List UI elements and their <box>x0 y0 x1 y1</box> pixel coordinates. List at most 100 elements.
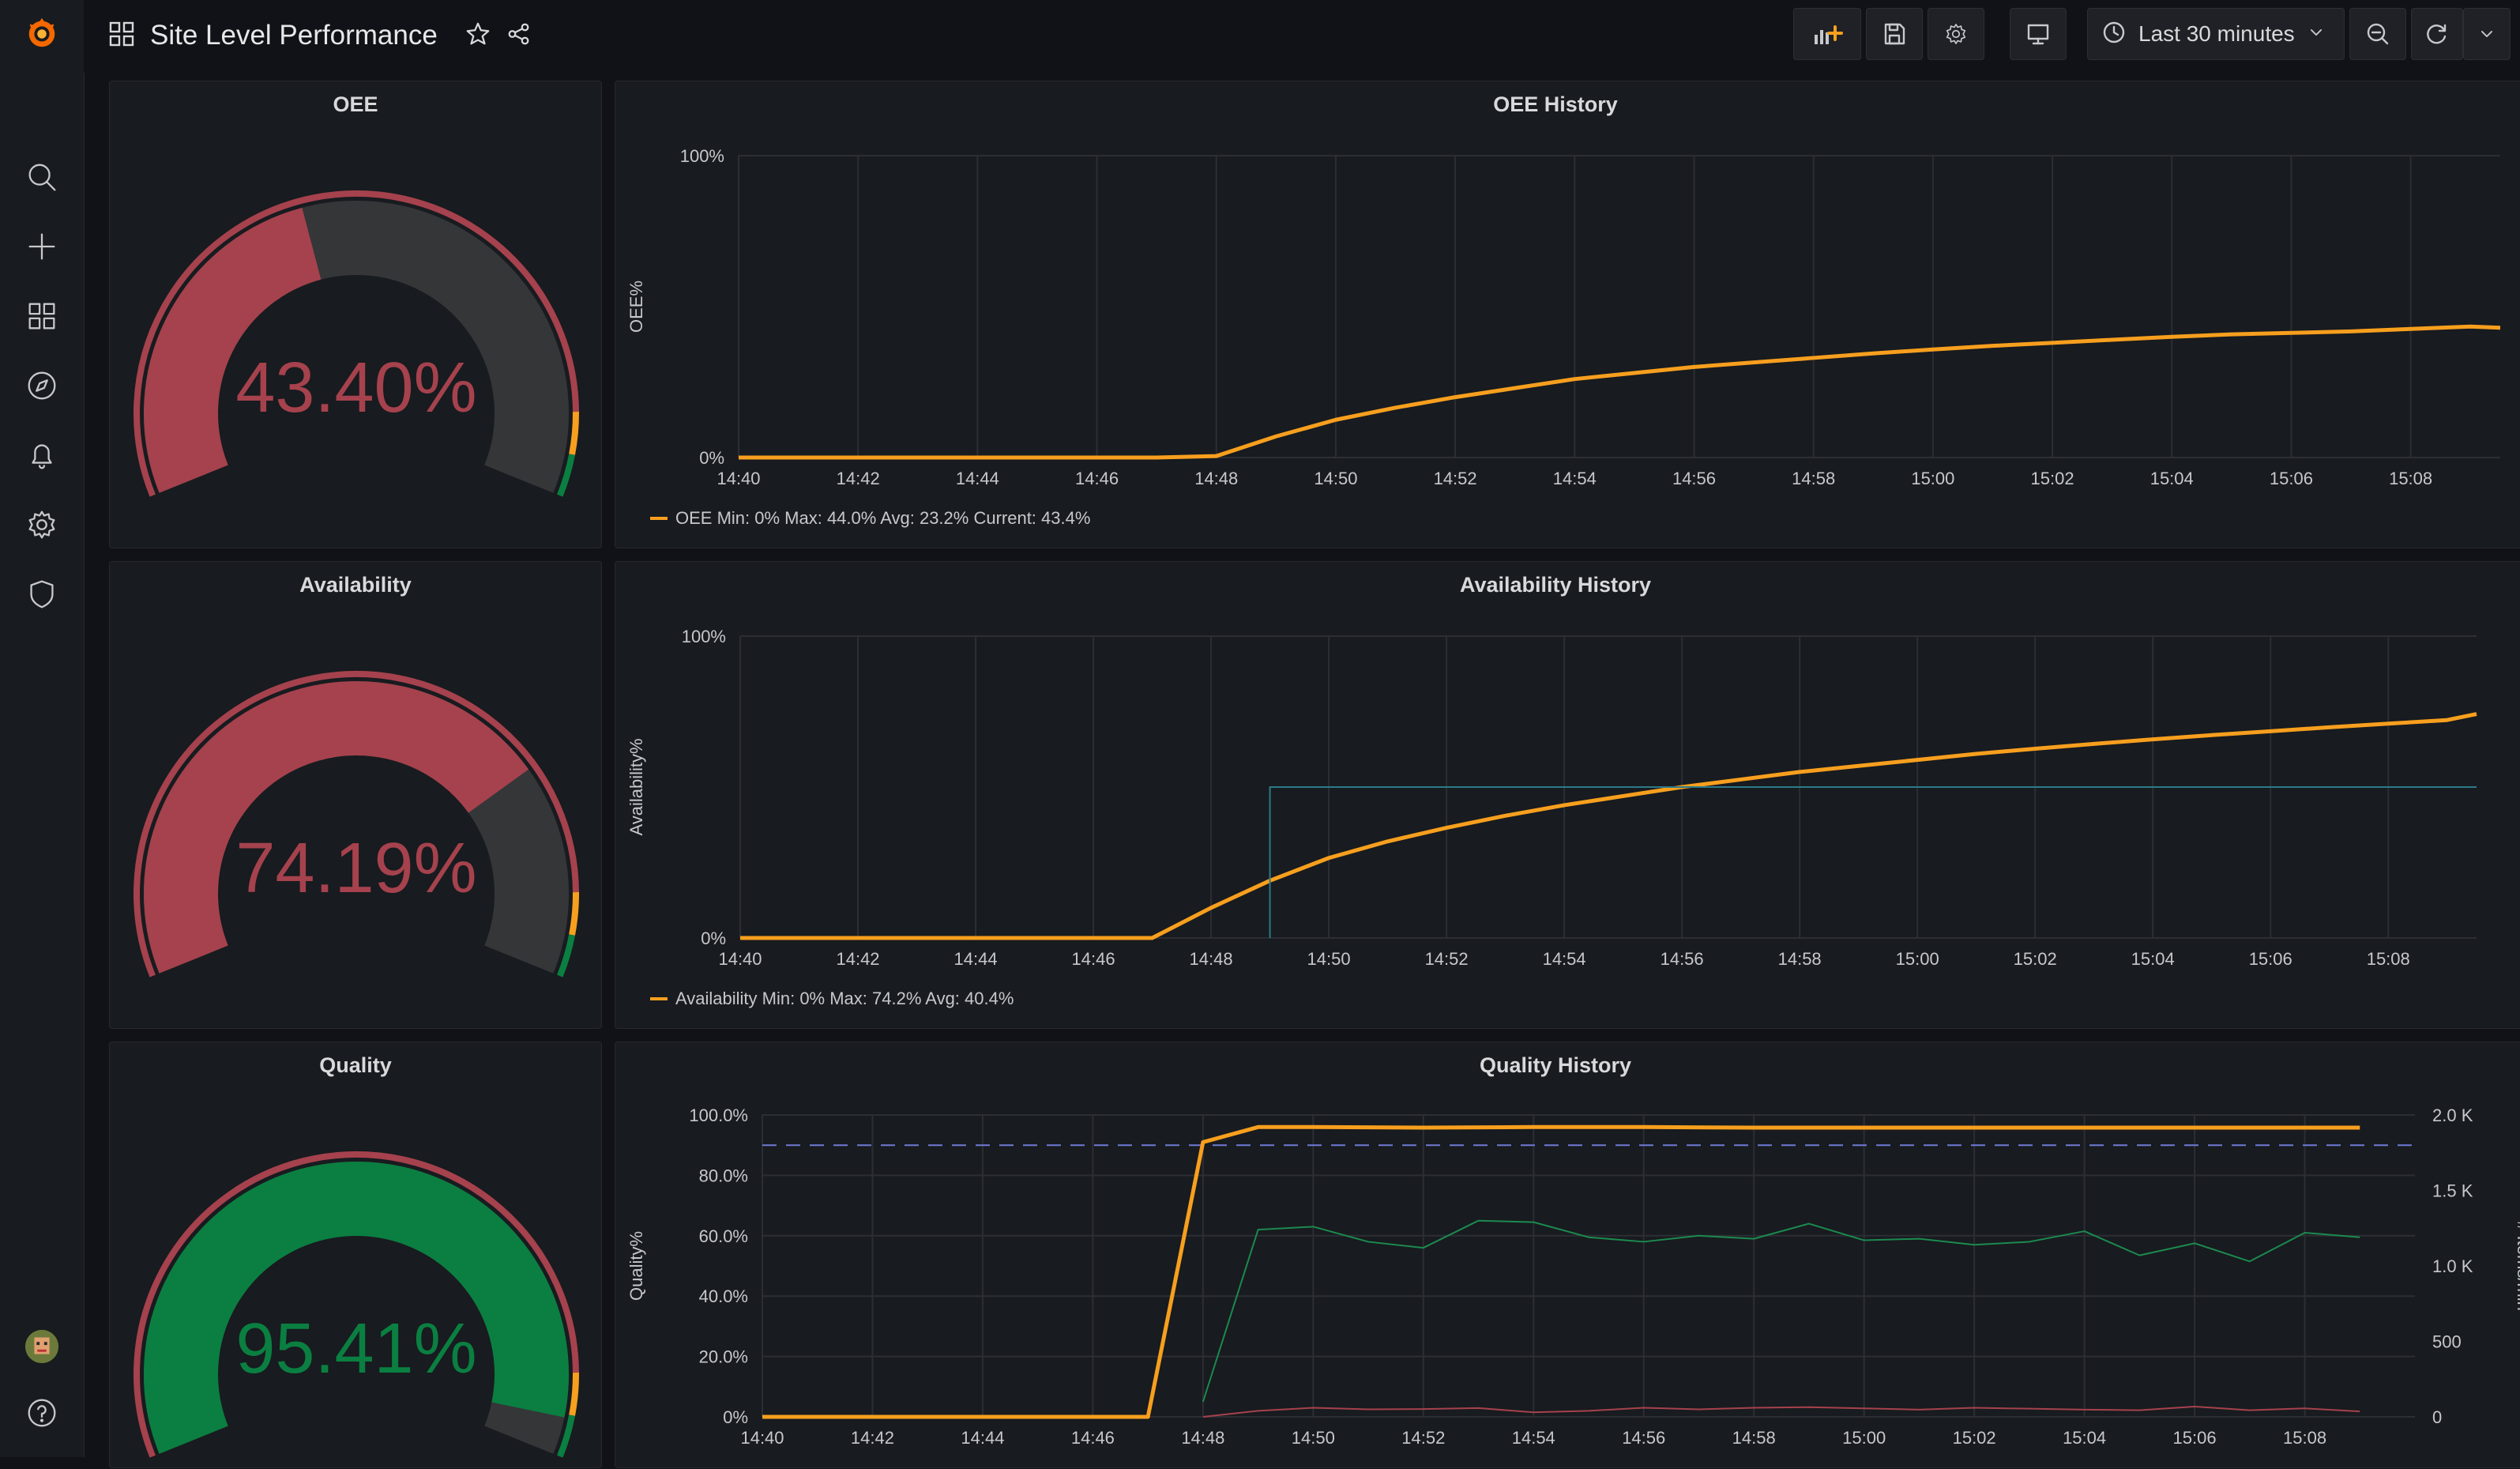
x-tick-label: 14:50 <box>1307 949 1351 969</box>
y-tick-label: 60.0% <box>699 1226 748 1246</box>
bell-icon[interactable] <box>20 433 64 477</box>
chart-legend[interactable]: Availability Min: 0% Max: 74.2% Avg: 40.… <box>650 989 1014 1009</box>
y2-tick-label: 500 <box>2432 1332 2462 1352</box>
oee-history-chart: 0% 100% 14:40 14:42 14:44 14:46 14:48 14:50 14:5… <box>626 146 2501 488</box>
gauge-value-text: 74.19% <box>235 829 476 908</box>
y2-tick-label: 2.0 K <box>2432 1106 2473 1125</box>
series-line-0 <box>762 1124 2360 1419</box>
share-icon[interactable] <box>506 21 532 51</box>
x-tick-label: 14:40 <box>717 469 760 488</box>
series-line-2 <box>1202 1406 2360 1418</box>
time-range-label: Last 30 minutes <box>2138 21 2295 46</box>
quality-gauge-panel[interactable]: Quality 95.41% <box>109 1041 602 1468</box>
search-icon[interactable] <box>20 155 64 199</box>
clock-icon <box>2101 19 2127 50</box>
tv-mode-button[interactable] <box>2010 8 2067 60</box>
save-button[interactable] <box>1866 8 1923 60</box>
x-tick-label: 15:02 <box>2014 949 2057 969</box>
x-tick-label: 14:58 <box>1792 469 1835 488</box>
availability-history-chart: 0% 100% 14:40 14:42 14:44 14:46 14:48 14:50 14:5… <box>626 627 2477 969</box>
x-tick-label: 14:42 <box>851 1428 894 1448</box>
legend-swatch <box>650 517 668 520</box>
zoom-out-button[interactable] <box>2349 8 2406 60</box>
y-tick-label: 0% <box>699 448 724 468</box>
quality-gauge: 95.41% <box>134 1151 579 1458</box>
series-line-0 <box>739 324 2501 460</box>
shield-icon[interactable] <box>20 572 64 616</box>
x-tick-label: 14:42 <box>837 469 880 488</box>
x-tick-label: 15:00 <box>1911 469 1954 488</box>
x-tick-label: 15:08 <box>2389 469 2432 488</box>
dashboard-grid-icon <box>107 20 136 52</box>
chevron-down-icon <box>2306 22 2326 47</box>
x-tick-label: 14:48 <box>1194 469 1238 488</box>
x-tick-label: 14:48 <box>1181 1428 1224 1448</box>
y2-tick-label: 0 <box>2432 1407 2442 1427</box>
x-tick-label: 14:54 <box>1543 949 1586 969</box>
sidebar <box>0 0 85 1457</box>
x-tick-label: 15:00 <box>1896 949 1939 969</box>
legend-text: Availability Min: 0% Max: 74.2% Avg: 40.… <box>675 989 1014 1008</box>
x-tick-label: 14:56 <box>1622 1428 1665 1448</box>
x-tick-label: 14:52 <box>1425 949 1469 969</box>
add-panel-button[interactable] <box>1793 8 1861 60</box>
x-tick-label: 14:52 <box>1434 469 1477 488</box>
quality-history-panel[interactable]: Quality History 0% 20.0% 40.0% 60.0% 80.0% 10… <box>615 1041 2520 1468</box>
x-tick-label: 14:54 <box>1553 469 1597 488</box>
y-tick-label: 40.0% <box>699 1286 748 1306</box>
y-tick-label: 100.0% <box>689 1106 748 1125</box>
y-tick-label: 100% <box>680 146 724 166</box>
x-tick-label: 15:04 <box>2150 469 2194 488</box>
chart-legend[interactable]: OEE Min: 0% Max: 44.0% Avg: 23.2% Curren… <box>650 508 1090 529</box>
star-icon[interactable] <box>465 21 491 51</box>
legend-text: OEE Min: 0% Max: 44.0% Avg: 23.2% Curren… <box>675 508 1091 528</box>
refresh-interval-dropdown[interactable] <box>2463 8 2511 60</box>
y-tick-label: 80.0% <box>699 1166 748 1185</box>
x-tick-label: 15:06 <box>2173 1428 2217 1448</box>
availability-history-panel[interactable]: Availability History 0% 100% 14:40 14:42 14:… <box>615 561 2520 1029</box>
time-range-picker[interactable]: Last 30 minutes <box>2087 8 2345 60</box>
gauge-threshold-orange <box>569 892 579 936</box>
availability-gauge-panel[interactable]: Availability 74.19% <box>109 561 602 1029</box>
gear-icon[interactable] <box>20 503 64 547</box>
gauge-threshold-orange <box>569 412 579 455</box>
page-title[interactable]: Site Level Performance <box>150 20 438 51</box>
y-tick-label: 100% <box>682 627 726 646</box>
grafana-logo-icon[interactable] <box>20 11 64 55</box>
oee-history-panel[interactable]: OEE History 0% 100% 14:40 14:42 14:44 14:46 14… <box>615 81 2520 548</box>
x-tick-label: 15:06 <box>2249 949 2292 969</box>
x-tick-label: 14:54 <box>1512 1428 1555 1448</box>
y-axis-label: Quality% <box>626 1231 646 1301</box>
oee-gauge-panel[interactable]: OEE 43.40% <box>109 81 602 548</box>
refresh-button[interactable] <box>2411 8 2463 60</box>
x-tick-label: 14:40 <box>740 1428 784 1448</box>
x-tick-label: 15:02 <box>1953 1428 1996 1448</box>
x-tick-label: 14:44 <box>961 1428 1004 1448</box>
top-navbar: Site Level Performance Last 30 minutes <box>84 0 2520 73</box>
gauge-value-text: 95.41% <box>235 1309 476 1388</box>
series-line-1 <box>1269 786 2477 938</box>
x-tick-label: 15:04 <box>2063 1428 2106 1448</box>
x-tick-label: 14:42 <box>836 949 879 969</box>
y2-tick-label: 1.5 K <box>2432 1181 2473 1201</box>
dashboards-grid-icon[interactable] <box>20 294 64 338</box>
x-tick-label: 14:56 <box>1672 469 1716 488</box>
avatar[interactable] <box>20 1324 64 1369</box>
settings-button[interactable] <box>1928 8 1984 60</box>
x-tick-label: 15:06 <box>2270 469 2313 488</box>
x-tick-label: 14:52 <box>1401 1428 1445 1448</box>
x-tick-label: 14:58 <box>1778 949 1822 969</box>
help-icon[interactable] <box>20 1391 64 1435</box>
x-tick-label: 14:44 <box>954 949 998 969</box>
x-tick-label: 15:02 <box>2031 469 2074 488</box>
x-tick-label: 14:40 <box>718 949 762 969</box>
series-line-0 <box>740 712 2477 940</box>
gauge-threshold-orange <box>569 1373 579 1416</box>
x-tick-label: 15:08 <box>2367 949 2410 969</box>
y-tick-label: 0% <box>723 1407 748 1427</box>
compass-icon[interactable] <box>20 363 64 408</box>
legend-swatch <box>650 997 668 1000</box>
plus-icon[interactable] <box>20 224 64 269</box>
x-tick-label: 14:50 <box>1292 1428 1335 1448</box>
x-tick-label: 14:46 <box>1072 949 1115 969</box>
